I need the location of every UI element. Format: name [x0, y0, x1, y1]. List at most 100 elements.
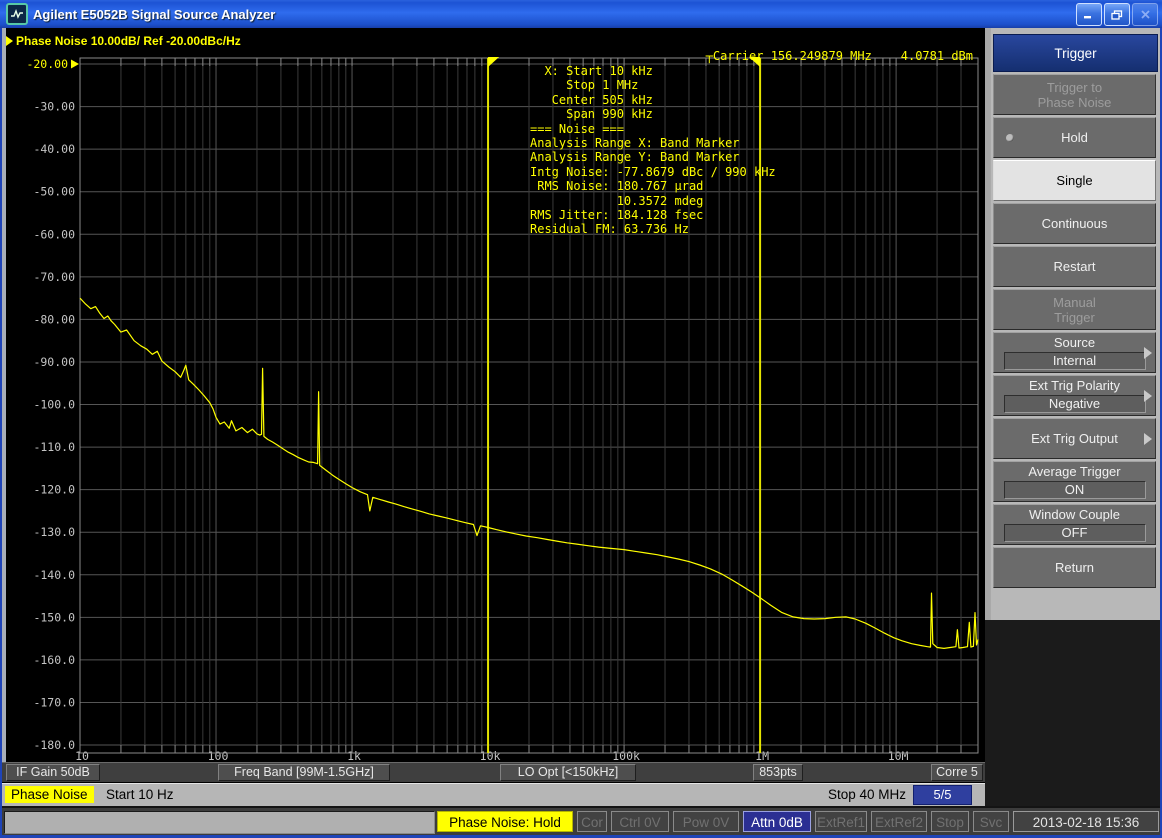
svg-text:-140.0: -140.0 — [33, 568, 75, 582]
softkey-value: Internal — [1004, 352, 1146, 370]
submenu-arrow-icon — [1144, 390, 1152, 402]
status-ctrl-0v: Ctrl 0V — [611, 811, 669, 832]
trace-label: Phase Noise 10.00dB/ Ref -20.00dBc/Hz — [16, 34, 241, 48]
softkey-label: Return — [1055, 560, 1094, 575]
softkey-window-couple[interactable]: Window Couple OFF — [993, 504, 1156, 545]
page-indicator: 5/5 — [913, 785, 972, 805]
setting-freq-band-99m-1-5ghz: Freq Band [99M-1.5GHz] — [218, 764, 390, 781]
setting-lo-opt-150khz: LO Opt [<150kHz] — [500, 764, 636, 781]
carrier-power: 4.0781 dBm — [901, 49, 973, 63]
trace-marker-icon — [6, 36, 13, 46]
softkey-source[interactable]: Source Internal — [993, 332, 1156, 373]
svg-text:100: 100 — [208, 749, 229, 762]
softkey-return[interactable]: Return — [993, 547, 1156, 588]
softkey-ext-trig-polarity[interactable]: Ext Trig Polarity Negative — [993, 375, 1156, 416]
title-bar: Agilent E5052B Signal Source Analyzer — [0, 0, 1162, 29]
status-2013-02-18-15-36: 2013-02-18 15:36 — [1013, 811, 1159, 832]
trace-header: Phase Noise 10.00dB/ Ref -20.00dBc/Hz — [6, 34, 241, 48]
svg-text:10k: 10k — [480, 749, 501, 762]
status-cor: Cor — [577, 811, 607, 832]
svg-text:-60.00: -60.00 — [33, 227, 75, 241]
status-extref2: ExtRef2 — [871, 811, 927, 832]
status-stop: Stop — [931, 811, 969, 832]
measurement-mode-badge: Phase Noise — [5, 786, 94, 803]
analyzer-window: Agilent E5052B Signal Source Analyzer -2… — [0, 0, 1162, 838]
softkey-label: Ext Trig Output — [1031, 431, 1118, 446]
svg-text:-120.0: -120.0 — [33, 483, 75, 497]
status-message-area — [4, 811, 435, 834]
softkey-value: OFF — [1004, 524, 1146, 542]
ref-level-marker-icon — [71, 60, 79, 69]
svg-text:-100.0: -100.0 — [33, 398, 75, 412]
softkey-label: Restart — [1054, 259, 1096, 274]
svg-text:10: 10 — [75, 749, 89, 762]
softkey-label: Ext Trig Polarity — [1029, 378, 1120, 393]
svg-text:10M: 10M — [888, 749, 909, 762]
softkey-continuous[interactable]: Continuous — [993, 203, 1156, 244]
softkey-label: Single — [1056, 173, 1092, 188]
svg-text:-170.0: -170.0 — [33, 695, 75, 709]
svg-text:-180.0: -180.0 — [33, 738, 75, 752]
status-phase-noise-hold: Phase Noise: Hold — [437, 811, 573, 832]
status-svc: Svc — [973, 811, 1009, 832]
submenu-arrow-icon — [1144, 347, 1152, 359]
softkey-manual-trigger: Manual Trigger — [993, 289, 1156, 330]
window-frame-left — [2, 28, 6, 762]
carrier-marker-icon: ┬ — [706, 49, 713, 63]
svg-text:-90.00: -90.00 — [33, 355, 75, 369]
status-attn-0db: Attn 0dB — [743, 811, 811, 832]
settings-bar: IF Gain 50dB Freq Band [99M-1.5GHz] LO Opt… — [0, 762, 985, 782]
softkey-label: Continuous — [1042, 216, 1108, 231]
softkey-area: Trigger Trigger to Phase Noise Hold Single… — [991, 28, 1160, 620]
setting-if-gain-50db: IF Gain 50dB — [6, 764, 100, 781]
softkey-hold[interactable]: Hold — [993, 117, 1156, 158]
y-grid: -20.00 -30.00 -40.00 -50.00 -60.00 -70.00 -80.… — [26, 57, 978, 752]
softkey-label: Trigger to Phase Noise — [1038, 80, 1112, 110]
softkey-label: Window Couple — [1029, 507, 1120, 522]
softkey-value: Negative — [1004, 395, 1146, 413]
app-icon — [6, 3, 28, 25]
status-indicators: Phase Noise: HoldCorCtrl 0VPow 0VAttn 0d… — [437, 811, 1159, 832]
noise-analysis-readout: X: Start 10 kHz Stop 1 MHz Center 505 kH… — [530, 64, 776, 237]
svg-text:-20.00: -20.00 — [26, 57, 68, 71]
close-button[interactable] — [1132, 3, 1158, 26]
softkey-label: Manual Trigger — [1053, 295, 1096, 325]
sweep-bar: Phase Noise Start 10 Hz Stop 40 MHz 5/5 — [0, 783, 985, 807]
softkey-label: Hold — [1061, 130, 1088, 145]
submenu-arrow-icon — [1144, 433, 1152, 445]
restore-button[interactable] — [1104, 3, 1130, 26]
softkey-label: Average Trigger — [1028, 464, 1120, 479]
softkey-single[interactable]: Single — [993, 160, 1156, 201]
setting-853pts: 853pts — [753, 764, 803, 781]
softkey-trigger-to-phase-noise: Trigger to Phase Noise — [993, 74, 1156, 115]
softkey-restart[interactable]: Restart — [993, 246, 1156, 287]
phase-noise-plot: -20.00 -30.00 -40.00 -50.00 -60.00 -70.00 -80.… — [0, 28, 985, 762]
svg-text:-150.0: -150.0 — [33, 610, 75, 624]
status-bar: Phase Noise: HoldCorCtrl 0VPow 0VAttn 0d… — [0, 806, 1162, 837]
status-pow-0v: Pow 0V — [673, 811, 739, 832]
carrier-frequency: Carrier 156.249879 MHz — [713, 49, 872, 63]
svg-text:-160.0: -160.0 — [33, 653, 75, 667]
sweep-start-label: Start 10 Hz — [106, 787, 174, 802]
svg-text:-130.0: -130.0 — [33, 525, 75, 539]
svg-text:-30.00: -30.00 — [33, 100, 75, 114]
svg-text:1M: 1M — [755, 749, 769, 762]
softkey-menu-title: Trigger — [993, 34, 1158, 72]
softkey-ext-trig-output[interactable]: Ext Trig Output — [993, 418, 1156, 459]
sweep-stop-label: Stop 40 MHz — [828, 787, 906, 802]
softkey-label: Source — [1054, 335, 1095, 350]
svg-text:-70.00: -70.00 — [33, 270, 75, 284]
x-grid: 101001k10k100k1M10M — [75, 58, 978, 762]
minimize-button[interactable] — [1076, 3, 1102, 26]
svg-text:-50.00: -50.00 — [33, 185, 75, 199]
window-title: Agilent E5052B Signal Source Analyzer — [33, 7, 275, 22]
status-extref1: ExtRef1 — [815, 811, 867, 832]
svg-text:-110.0: -110.0 — [33, 440, 75, 454]
phase-noise-panel: -20.00 -30.00 -40.00 -50.00 -60.00 -70.00 -80.… — [0, 28, 985, 762]
svg-text:-80.00: -80.00 — [33, 312, 75, 326]
softkey-average-trigger[interactable]: Average TriggerON — [993, 461, 1156, 502]
selected-bullet-icon — [1006, 134, 1014, 142]
svg-text:-40.00: -40.00 — [33, 142, 75, 156]
softkey-sidebar: Trigger Trigger to Phase Noise Hold Single… — [985, 28, 1160, 806]
setting-corre-5: Corre 5 — [931, 764, 983, 781]
